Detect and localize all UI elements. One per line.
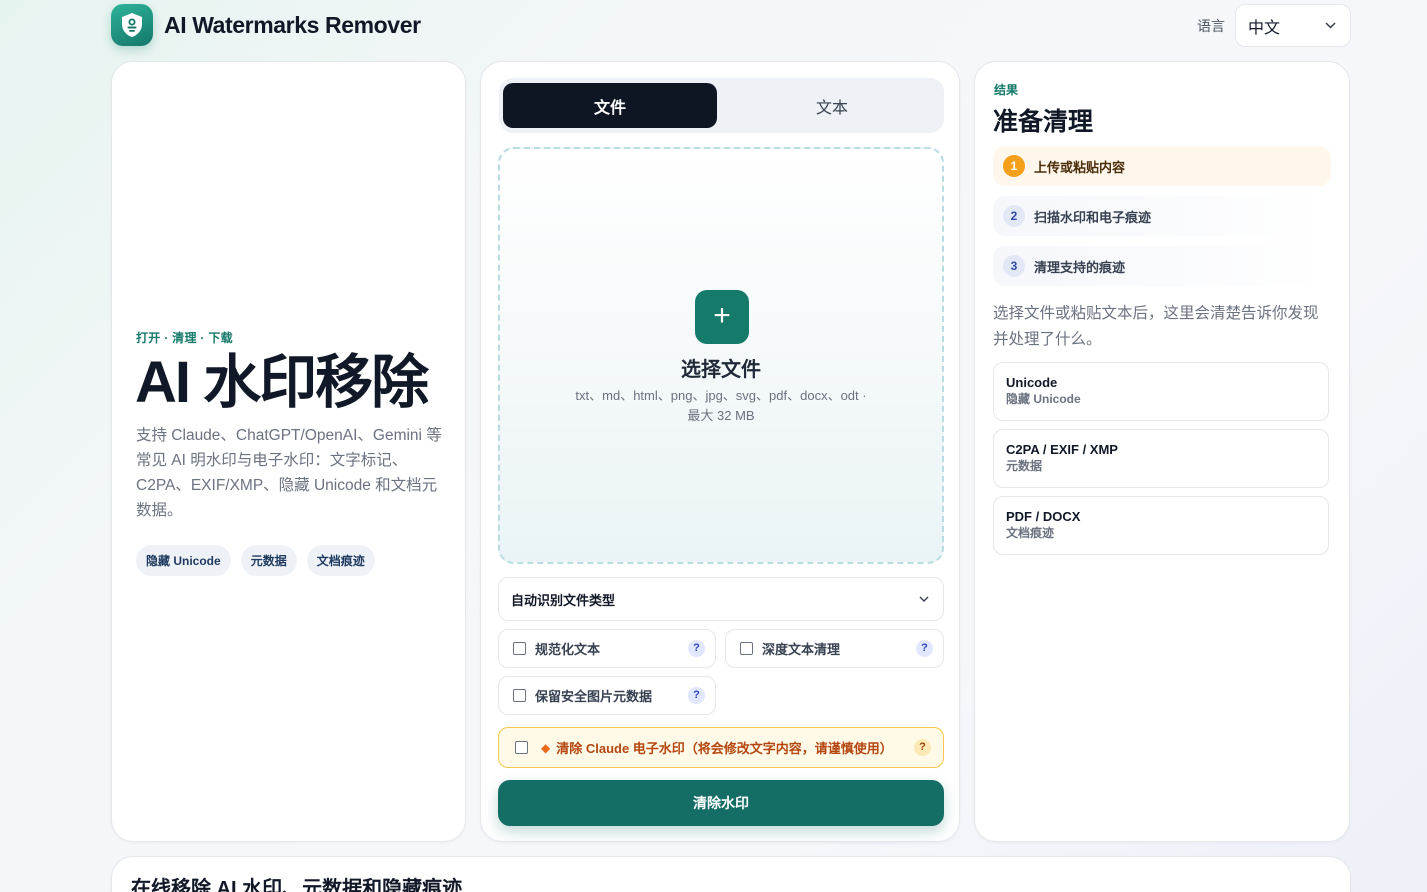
step-number: 2 (1003, 205, 1025, 227)
file-dropzone[interactable]: + 选择文件 txt、md、html、png、jpg、svg、pdf、docx、… (498, 147, 944, 564)
tab-text[interactable]: 文本 (725, 83, 939, 128)
claude-option-label: 清除 Claude 电子水印（将会修改文字内容，请谨慎使用） (556, 741, 893, 756)
info-card-title: Unicode (1006, 375, 1058, 390)
language-label: 语言 (1197, 17, 1225, 34)
info-card-subtitle: 元数据 (1006, 459, 1043, 473)
result-title: 准备清理 (993, 108, 1094, 136)
help-icon[interactable]: ? (914, 739, 931, 756)
info-card-metadata: C2PA / EXIF / XMP 元数据 (993, 429, 1329, 488)
info-card-title: C2PA / EXIF / XMP (1006, 442, 1118, 457)
deep-text-clean-checkbox[interactable] (740, 642, 753, 655)
hero-description: 支持 Claude、ChatGPT/OpenAI、Gemini 等常见 AI 明… (136, 427, 442, 519)
help-icon[interactable]: ? (688, 640, 705, 657)
option-remove-claude-watermark[interactable]: ◆ 清除 Claude 电子水印（将会修改文字内容，请谨慎使用） ? (498, 727, 944, 768)
shield-logo-icon (111, 4, 153, 46)
step-clean: 3 清理支持的痕迹 (993, 246, 1331, 286)
step-label: 扫描水印和电子痕迹 (1034, 209, 1152, 225)
keep-metadata-checkbox[interactable] (513, 689, 526, 702)
brand-name: AI Watermarks Remover (164, 11, 421, 38)
info-card-subtitle: 文档痕迹 (1006, 526, 1055, 540)
chip-document-traces: 文档痕迹 (306, 545, 375, 576)
hero-eyebrow: 打开 · 清理 · 下载 (136, 331, 233, 345)
language-select[interactable]: 中文 (1235, 4, 1351, 47)
option-label: 规范化文本 (535, 642, 601, 657)
option-keep-safe-image-metadata[interactable]: 保留安全图片元数据 ? (498, 676, 716, 715)
dropzone-file-types: txt、md、html、png、jpg、svg、pdf、docx、odt · (575, 388, 867, 403)
help-icon[interactable]: ? (916, 640, 933, 657)
remove-watermark-button[interactable]: 清除水印 (498, 780, 944, 826)
result-eyebrow: 结果 (994, 83, 1019, 97)
dropzone-max-size: 最大 32 MB (687, 408, 755, 423)
step-scan: 2 扫描水印和电子痕迹 (993, 196, 1331, 236)
info-card-subtitle: 隐藏 Unicode (1006, 392, 1081, 406)
info-card-unicode: Unicode 隐藏 Unicode (993, 362, 1329, 421)
step-label: 上传或粘贴内容 (1034, 159, 1126, 175)
step-label: 清理支持的痕迹 (1034, 259, 1126, 275)
tab-file[interactable]: 文件 (503, 83, 717, 128)
chip-hidden-unicode: 隐藏 Unicode (136, 545, 231, 576)
result-description: 选择文件或粘贴文本后，这里会清楚告诉你发现并处理了什么。 (993, 305, 1319, 348)
hero-card: 打开 · 清理 · 下载 AI 水印移除 支持 Claude、ChatGPT/O… (111, 61, 466, 842)
language-switcher: 语言 中文 (1197, 4, 1351, 47)
workspace-card: 文件 文本 + 选择文件 txt、md、html、png、jpg、svg、pdf… (480, 61, 960, 842)
warning-diamond-icon: ◆ (541, 740, 551, 755)
step-upload: 1 上传或粘贴内容 (993, 146, 1331, 186)
info-card-document: PDF / DOCX 文档痕迹 (993, 496, 1329, 555)
chip-metadata: 元数据 (240, 545, 297, 576)
option-label: 保留安全图片元数据 (535, 689, 653, 704)
chevron-down-icon (919, 596, 929, 602)
input-mode-tabs: 文件 文本 (499, 78, 944, 133)
file-type-select[interactable]: 自动识别文件类型 (498, 577, 944, 621)
section-title: 在线移除 AI 水印、元数据和隐藏痕迹 (131, 878, 463, 892)
brand[interactable]: AI Watermarks Remover (111, 4, 421, 46)
hero-title: AI 水印移除 (135, 350, 429, 415)
language-value: 中文 (1248, 19, 1281, 37)
normalize-text-checkbox[interactable] (513, 642, 526, 655)
plus-icon[interactable]: + (695, 290, 749, 344)
option-label: 深度文本清理 (762, 642, 841, 657)
step-number: 1 (1003, 155, 1025, 177)
option-normalize-text[interactable]: 规范化文本 ? (498, 629, 716, 668)
file-type-select-value: 自动识别文件类型 (511, 592, 616, 608)
dropzone-title: 选择文件 (681, 359, 761, 381)
feature-chips: 隐藏 Unicode 元数据 文档痕迹 (136, 545, 375, 576)
result-card: 结果 准备清理 1 上传或粘贴内容 2 扫描水印和电子痕迹 3 清理支持的痕迹 … (974, 61, 1350, 842)
claude-watermark-checkbox[interactable] (515, 741, 528, 754)
seo-section-card: 在线移除 AI 水印、元数据和隐藏痕迹 (111, 856, 1351, 892)
step-number: 3 (1003, 255, 1025, 277)
top-header: AI Watermarks Remover 语言 中文 (111, 4, 1351, 48)
info-card-title: PDF / DOCX (1006, 509, 1081, 524)
chevron-down-icon (1325, 22, 1336, 29)
option-deep-text-clean[interactable]: 深度文本清理 ? (725, 629, 944, 668)
help-icon[interactable]: ? (688, 687, 705, 704)
